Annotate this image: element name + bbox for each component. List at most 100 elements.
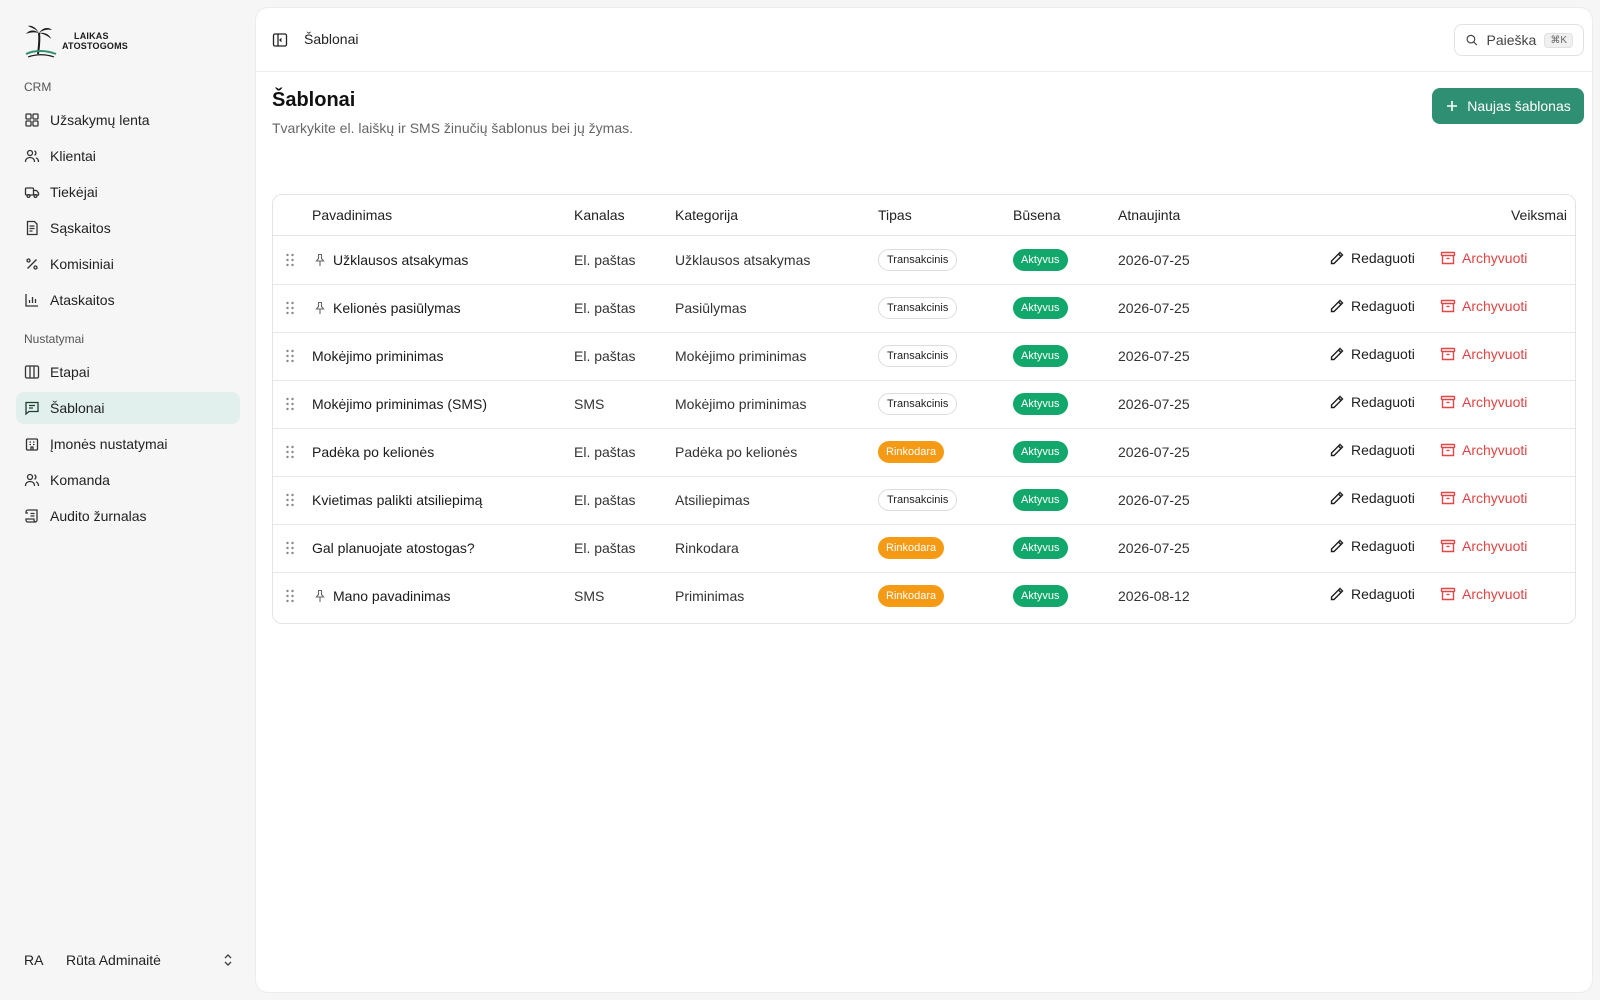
archive-label: Archyvuoti: [1462, 490, 1528, 506]
sidebar-item-orders-board[interactable]: Užsakymų lenta: [16, 104, 240, 136]
archive-icon: [1440, 491, 1456, 505]
column-header-updated[interactable]: Atnaujinta: [1118, 207, 1180, 223]
drag-handle-icon[interactable]: [285, 589, 295, 603]
table-row[interactable]: Mano pavadinimas SMS Priminimas Rinkodara Ak…: [273, 572, 1575, 621]
archive-button[interactable]: Archyvuoti: [1440, 250, 1527, 266]
sidebar-item-invoices[interactable]: Sąskaitos: [16, 212, 240, 244]
archive-button[interactable]: Archyvuoti: [1440, 538, 1527, 554]
table-row[interactable]: Kvietimas palikti atsiliepimą El. paštas A…: [273, 476, 1575, 525]
column-header-channel[interactable]: Kanalas: [574, 207, 625, 223]
sidebar-item-templates[interactable]: Šablonai: [16, 392, 240, 424]
table-row[interactable]: Kelionės pasiūlymas El. paštas Pasiūlymas T…: [273, 284, 1575, 333]
table-row[interactable]: Mokėjimo priminimas El. paštas Mokėjimo pr…: [273, 332, 1575, 381]
sidebar-item-company-settings[interactable]: Įmonės nustatymai: [16, 428, 240, 460]
users-icon: [24, 473, 40, 487]
edit-label: Redaguoti: [1351, 298, 1415, 314]
drag-handle-icon[interactable]: [285, 349, 295, 363]
message-square-icon: [25, 401, 39, 416]
breadcrumb: Šablonai: [304, 31, 359, 47]
column-header-category[interactable]: Kategorija: [675, 207, 738, 223]
column-header-type[interactable]: Tipas: [878, 207, 912, 223]
type-badge: Transakcinis: [878, 297, 958, 319]
status-badge: Aktyvus: [1013, 537, 1068, 559]
archive-button[interactable]: Archyvuoti: [1440, 586, 1527, 602]
archive-button[interactable]: Archyvuoti: [1440, 298, 1527, 314]
building-icon: [25, 438, 39, 451]
sidebar-item-audit-log[interactable]: Audito žurnalas: [16, 500, 240, 532]
sidebar-toggle-icon[interactable]: [272, 32, 288, 48]
search-label: Paieška: [1486, 32, 1537, 48]
column-header-actions: Veiksmai: [1510, 207, 1567, 223]
sidebar-item-commissions[interactable]: Komisiniai: [16, 248, 240, 280]
drag-handle-icon[interactable]: [285, 301, 295, 315]
sidebar-item-label: Audito žurnalas: [50, 508, 147, 524]
status-badge: Aktyvus: [1013, 345, 1068, 367]
brand-logo[interactable]: LAIKAS ATOSTOGOMS: [24, 24, 128, 58]
sidebar-item-stages[interactable]: Etapai: [16, 356, 240, 388]
archive-label: Archyvuoti: [1462, 394, 1528, 410]
archive-icon: [1440, 395, 1456, 409]
drag-handle-icon[interactable]: [285, 397, 295, 411]
edit-button[interactable]: Redaguoti: [1329, 586, 1415, 602]
table-row[interactable]: Užklausos atsakymas El. paštas Užklausos a…: [273, 236, 1575, 285]
table-row[interactable]: Gal planuojate atostogas? El. paštas Rinko…: [273, 524, 1575, 573]
archive-icon: [1440, 347, 1456, 361]
brand-line2: ATOSTOGOMS: [62, 41, 129, 51]
archive-button[interactable]: Archyvuoti: [1440, 442, 1527, 458]
drag-handle-icon[interactable]: [285, 541, 295, 555]
user-menu[interactable]: RA Rūta Adminaitė: [24, 946, 236, 974]
brand-line1: LAIKAS: [74, 31, 109, 41]
edit-button[interactable]: Redaguoti: [1329, 346, 1415, 362]
edit-label: Redaguoti: [1351, 538, 1415, 554]
sidebar-item-label: Užsakymų lenta: [50, 112, 150, 128]
archive-icon: [1440, 443, 1456, 457]
template-channel: SMS: [574, 396, 605, 412]
sidebar-item-label: Sąskaitos: [50, 220, 111, 236]
column-header-name[interactable]: Pavadinimas: [312, 207, 392, 223]
search-button[interactable]: Paieška ⌘K: [1454, 24, 1584, 56]
template-channel: El. paštas: [574, 444, 636, 460]
drag-handle-icon[interactable]: [285, 493, 295, 507]
archive-label: Archyvuoti: [1462, 298, 1528, 314]
archive-button[interactable]: Archyvuoti: [1440, 394, 1527, 410]
template-name: Užklausos atsakymas: [333, 252, 469, 268]
table-header: Pavadinimas Kanalas Kategorija Tipas Būs…: [273, 195, 1575, 236]
new-template-label: Naujas šablonas: [1467, 98, 1571, 114]
archive-button[interactable]: Archyvuoti: [1440, 490, 1527, 506]
edit-button[interactable]: Redaguoti: [1329, 250, 1415, 266]
columns-icon: [24, 365, 40, 379]
edit-button[interactable]: Redaguoti: [1329, 298, 1415, 314]
edit-button[interactable]: Redaguoti: [1329, 538, 1415, 554]
edit-button[interactable]: Redaguoti: [1329, 490, 1415, 506]
edit-label: Redaguoti: [1351, 394, 1415, 410]
template-category: Mokėjimo priminimas: [675, 348, 807, 364]
sidebar-item-team[interactable]: Komanda: [16, 464, 240, 496]
type-badge: Transakcinis: [878, 489, 958, 511]
percent-icon: [26, 258, 38, 270]
sidebar-item-label: Įmonės nustatymai: [50, 436, 168, 452]
plus-icon: [1447, 101, 1458, 111]
template-updated: 2026-08-12: [1118, 588, 1190, 604]
status-badge: Aktyvus: [1013, 441, 1068, 463]
new-template-button[interactable]: Naujas šablonas: [1432, 88, 1584, 124]
table-row[interactable]: Mokėjimo priminimas (SMS) SMS Mokėjimo pri…: [273, 380, 1575, 429]
drag-handle-icon[interactable]: [285, 253, 295, 267]
bar-chart-icon: [25, 294, 38, 307]
template-name: Mano pavadinimas: [333, 588, 451, 604]
sidebar-item-suppliers[interactable]: Tiekėjai: [16, 176, 240, 208]
column-header-status[interactable]: Būsena: [1013, 207, 1060, 223]
template-channel: El. paštas: [574, 348, 636, 364]
sidebar-item-clients[interactable]: Klientai: [16, 140, 240, 172]
edit-button[interactable]: Redaguoti: [1329, 442, 1415, 458]
drag-handle-icon[interactable]: [285, 445, 295, 459]
sidebar-item-label: Tiekėjai: [50, 184, 98, 200]
table-row[interactable]: Padėka po kelionės El. paštas Padėka po ke…: [273, 428, 1575, 477]
user-name: Rūta Adminaitė: [66, 952, 161, 968]
archive-button[interactable]: Archyvuoti: [1440, 346, 1527, 362]
sidebar-item-reports[interactable]: Ataskaitos: [16, 284, 240, 316]
archive-label: Archyvuoti: [1462, 538, 1528, 554]
edit-button[interactable]: Redaguoti: [1329, 394, 1415, 410]
avatar: RA: [24, 952, 44, 968]
template-channel: SMS: [574, 588, 605, 604]
pencil-icon: [1330, 251, 1344, 265]
